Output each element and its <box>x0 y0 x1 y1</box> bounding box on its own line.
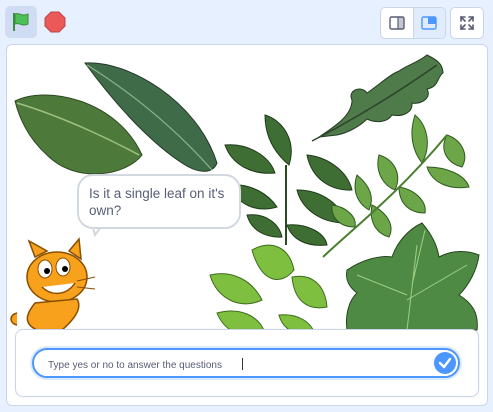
stage-size-toggle <box>380 7 446 39</box>
leaf-sprite <box>209 244 328 337</box>
answer-field[interactable] <box>32 348 460 378</box>
stop-sign-icon <box>44 11 66 33</box>
text-caret <box>242 358 243 370</box>
scratch-cat-sprite[interactable] <box>10 237 96 331</box>
small-stage-icon <box>389 16 405 30</box>
stage-header <box>0 0 493 44</box>
green-flag-button[interactable] <box>5 6 37 38</box>
normal-stage-button[interactable] <box>412 8 445 38</box>
stop-button[interactable] <box>39 6 71 38</box>
answer-input[interactable] <box>46 354 430 376</box>
leaf-sprite <box>346 222 480 331</box>
stage-canvas[interactable]: Is it a single leaf on it's own? <box>6 44 488 406</box>
checkmark-icon <box>438 357 452 369</box>
fullscreen-icon <box>460 16 474 30</box>
submit-answer-button[interactable] <box>434 352 456 374</box>
speech-text: Is it a single leaf on it's own? <box>89 186 225 218</box>
normal-stage-icon <box>421 16 437 30</box>
speech-bubble: Is it a single leaf on it's own? <box>77 174 241 229</box>
fullscreen-button[interactable] <box>450 7 484 39</box>
ask-prompt-panel <box>15 329 479 397</box>
small-stage-button[interactable] <box>381 8 413 38</box>
green-flag-icon <box>13 13 29 31</box>
